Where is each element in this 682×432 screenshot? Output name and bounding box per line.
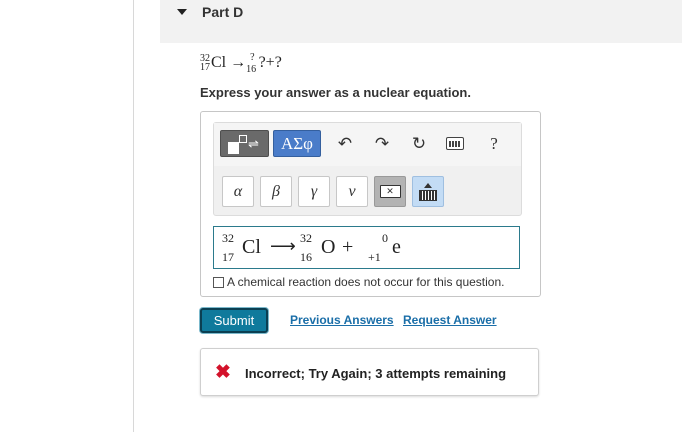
answer-box: ⇌ ΑΣφ ↶ ↷ ↻ ? α β γ ν ✕ 32 17 Cl ⟶ 32 16 bbox=[200, 111, 541, 297]
reactant-symbol: Cl bbox=[211, 54, 227, 71]
gamma-button[interactable]: γ bbox=[298, 176, 330, 207]
reactant-numbers: 32 17 bbox=[200, 53, 210, 74]
question-arrow: → bbox=[230, 54, 247, 71]
nu-button[interactable]: ν bbox=[336, 176, 368, 207]
keyboard-icon[interactable] bbox=[446, 137, 464, 150]
feedback-message: Incorrect; Try Again; 3 attempts remaini… bbox=[245, 366, 507, 381]
backspace-button[interactable]: ✕ bbox=[374, 176, 406, 207]
feedback-box: ✖ Incorrect; Try Again; 3 attempts remai… bbox=[200, 348, 539, 396]
question-unknowns: ?+? bbox=[258, 54, 282, 71]
e-symbol: e bbox=[392, 236, 401, 258]
collapse-caret-icon[interactable] bbox=[177, 9, 187, 15]
caret-up-icon bbox=[424, 182, 432, 188]
cl-atomic-number: 17 bbox=[222, 250, 234, 264]
incorrect-x-icon: ✖ bbox=[215, 362, 231, 383]
content-divider bbox=[133, 0, 134, 432]
help-button[interactable]: ? bbox=[484, 133, 504, 155]
answer-input[interactable]: 32 17 Cl ⟶ 32 16 O + 0 +1 e bbox=[213, 226, 520, 269]
o-mass-number: 32 bbox=[300, 231, 312, 245]
greek-symbols-button[interactable]: ΑΣφ bbox=[273, 130, 321, 157]
product-mass-number: ? bbox=[250, 52, 255, 63]
keyboard-icon bbox=[419, 189, 437, 201]
undo-icon[interactable]: ↶ bbox=[335, 133, 355, 155]
no-reaction-option[interactable]: A chemical reaction does not occur for t… bbox=[213, 275, 504, 289]
e-charge-number: +1 bbox=[368, 250, 381, 264]
reset-icon[interactable]: ↻ bbox=[409, 133, 429, 155]
product-atomic-number: 16 bbox=[246, 64, 257, 75]
alpha-button[interactable]: α bbox=[222, 176, 254, 207]
request-answer-link[interactable]: Request Answer bbox=[403, 313, 497, 327]
previous-answers-link[interactable]: Previous Answers bbox=[290, 313, 394, 327]
template-superscript-icon bbox=[239, 135, 247, 143]
keyboard-keys bbox=[449, 140, 461, 147]
template-arrow-icon: ⇌ bbox=[248, 136, 259, 151]
o-symbol: O bbox=[321, 236, 336, 258]
redo-icon[interactable]: ↷ bbox=[372, 133, 392, 155]
part-header[interactable]: Part D bbox=[160, 0, 682, 43]
part-title: Part D bbox=[202, 4, 244, 20]
templates-button[interactable]: ⇌ bbox=[220, 130, 269, 157]
keyboard-toggle-button[interactable] bbox=[412, 176, 444, 207]
cl-symbol: Cl bbox=[242, 236, 261, 258]
no-reaction-label: A chemical reaction does not occur for t… bbox=[227, 275, 505, 289]
no-reaction-checkbox[interactable] bbox=[213, 276, 224, 288]
question-equation: 32 17Cl →16? ?+? bbox=[200, 52, 282, 75]
cl-mass-number: 32 bbox=[222, 231, 234, 245]
beta-button[interactable]: β bbox=[260, 176, 292, 207]
backspace-icon: ✕ bbox=[379, 185, 401, 198]
o-atomic-number: 16 bbox=[300, 250, 312, 264]
template-block-icon bbox=[228, 142, 239, 154]
instruction-text: Express your answer as a nuclear equatio… bbox=[200, 85, 471, 100]
submit-button[interactable]: Submit bbox=[200, 308, 268, 333]
plus-sign: + bbox=[342, 236, 354, 258]
reaction-arrow: ⟶ bbox=[270, 236, 296, 256]
e-mass-number: 0 bbox=[382, 231, 388, 245]
equation-toolbar: ⇌ ΑΣφ ↶ ↷ ↻ ? α β γ ν ✕ bbox=[213, 122, 522, 216]
